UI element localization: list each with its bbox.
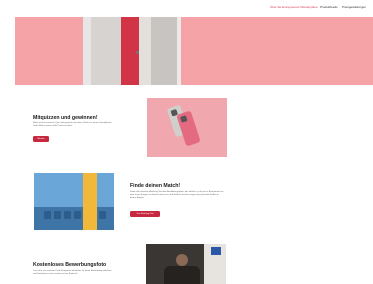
seat-icon <box>74 211 81 219</box>
image-sign <box>211 247 221 255</box>
hero-panel <box>177 17 181 85</box>
quiz-title: Mitquizzen und gewinnen! <box>33 115 98 121</box>
nav-link-about[interactable]: Über die Entrepreneur Meisterplane <box>270 5 318 9</box>
image-person-head <box>176 254 188 266</box>
match-title: Finde deinen Match! <box>130 183 181 189</box>
image-wall <box>34 173 114 207</box>
image-person-body <box>164 266 200 284</box>
nav-link-product-feeds[interactable]: Produktfeeds <box>320 5 338 9</box>
phone-front <box>176 110 201 147</box>
nav-link-pricing[interactable]: Preisgestaltungen <box>342 5 366 9</box>
hero-panel <box>151 17 177 85</box>
hero-banner <box>15 17 373 85</box>
seat-icon <box>99 211 106 219</box>
photo-title: Kostenloses Bewerbungsfoto <box>33 262 107 268</box>
waiting-room-image <box>34 173 114 230</box>
seat-icon <box>64 211 71 219</box>
photographer-image <box>146 244 226 284</box>
quiz-button[interactable]: Mitraten <box>33 136 49 142</box>
top-navigation: Über die Entrepreneur Meisterplane Produ… <box>0 0 373 14</box>
hero-panel <box>91 17 121 85</box>
image-yellow-panel <box>83 173 97 230</box>
quiz-text: Mach mit bei unserem Quiz und gewinne mi… <box>33 122 112 127</box>
match-button[interactable]: Zum Matching-Tool <box>130 211 160 217</box>
seat-icon <box>54 211 61 219</box>
photo-text: Lass dich von unseren Profi-Fotografen k… <box>33 270 112 275</box>
camera-icon <box>180 115 188 123</box>
hero-panel <box>139 17 151 85</box>
carousel-dot-icon[interactable] <box>136 51 139 54</box>
match-text: Finde mit unserem Matching-Tool den Ausb… <box>130 191 224 199</box>
seat-icon <box>44 211 51 219</box>
hero-panel <box>83 17 91 85</box>
phone-image <box>147 98 227 157</box>
